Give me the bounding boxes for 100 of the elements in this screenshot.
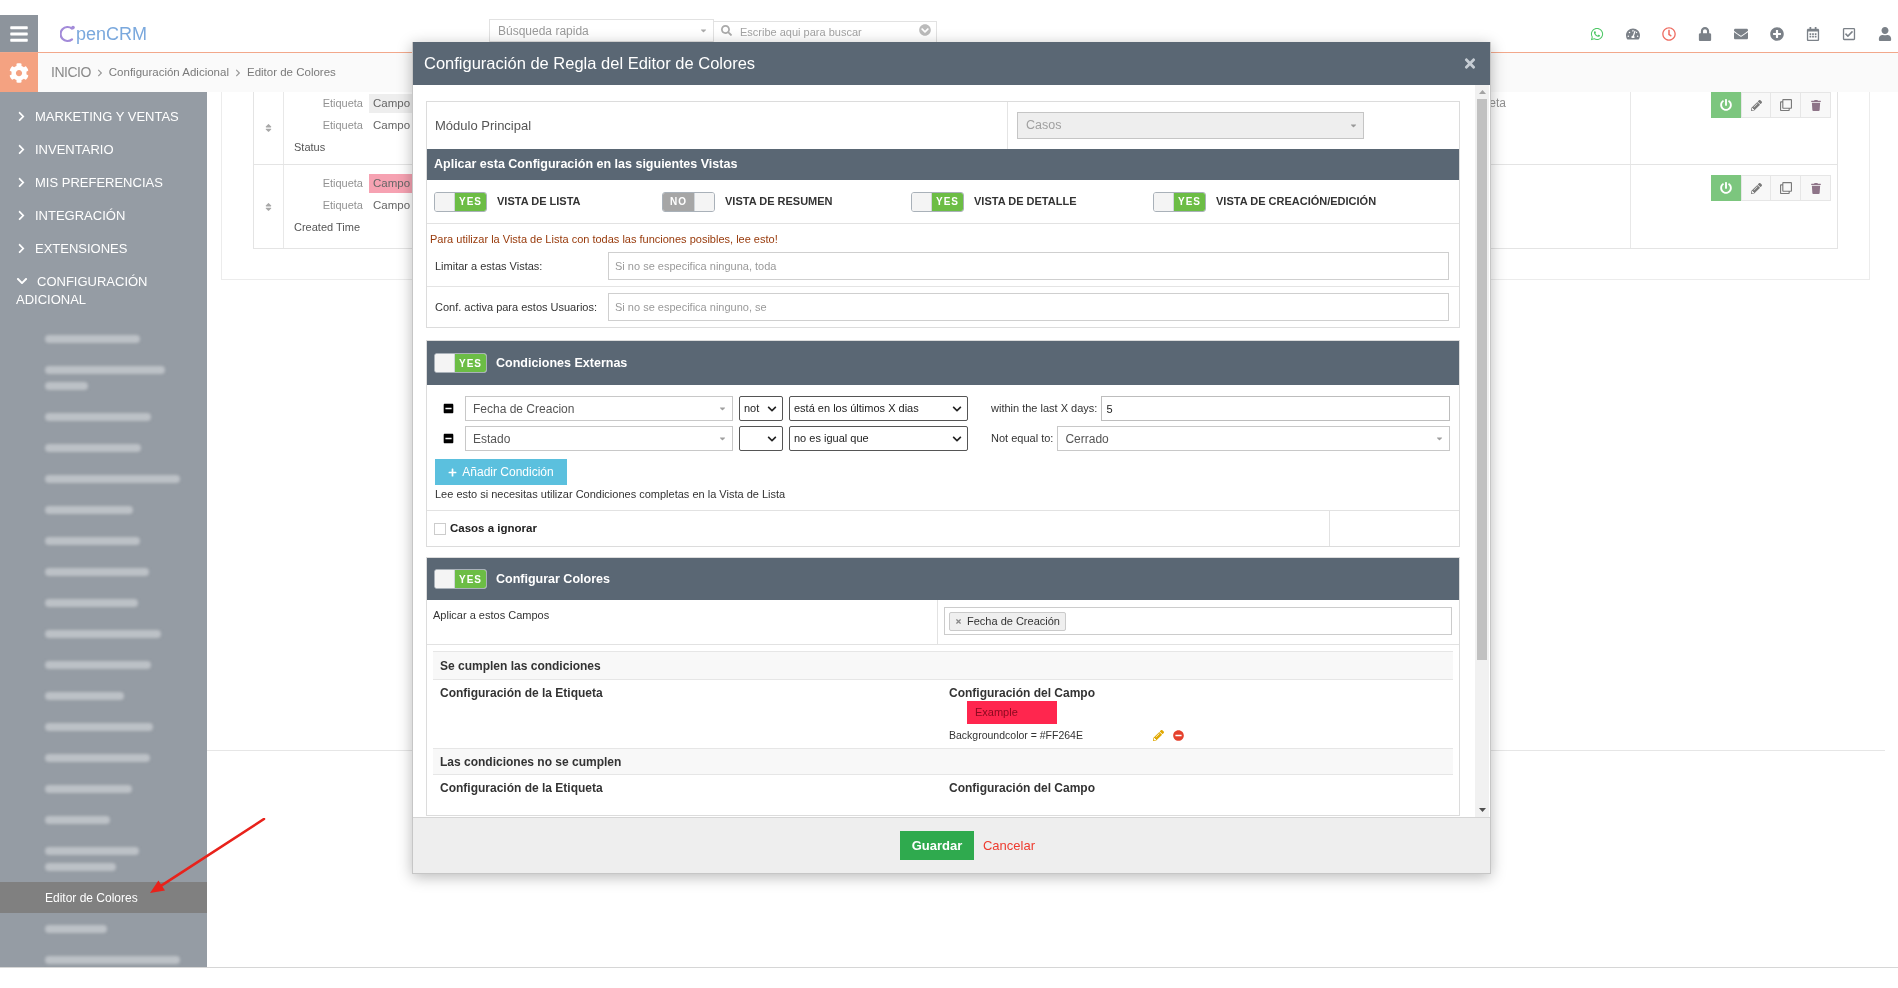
field-label: Etiqueta [321,175,363,191]
caret-icon [1436,434,1443,443]
switch-state-label: YES [455,192,486,211]
negation-select[interactable]: not [739,396,783,421]
menu-button[interactable] [0,15,38,52]
duplicate-button[interactable] [1771,92,1801,118]
chat-icon[interactable] [1590,26,1604,41]
power-button[interactable] [1711,92,1741,118]
cancel-link[interactable]: Cancelar [983,835,1035,856]
remove-icon[interactable] [955,617,962,625]
sidebar-item[interactable]: CONFIGURACIÓN ADICIONAL [0,265,207,316]
sidebar-item[interactable]: EXTENSIONES [0,232,207,265]
checkbox[interactable] [434,522,446,535]
blurred-menu-item[interactable] [45,722,153,731]
blurred-menu-item[interactable] [45,598,138,607]
toggle-switch[interactable]: YES [1153,191,1206,212]
edit-button[interactable] [1741,175,1771,201]
user-icon[interactable] [1878,26,1892,41]
blurred-menu-item[interactable] [45,753,150,762]
section-title: Aplicar esta Configuración en las siguientes Vistas [434,156,738,174]
toggle-switch[interactable]: YES [434,353,487,373]
remove-icon[interactable] [1173,730,1184,741]
toggle-switch[interactable]: NO [662,191,715,212]
info-link[interactable]: Para utilizar la Vista de Lista con todas las funciones posibles, lee esto! [430,232,778,246]
info-link[interactable]: Lee esto si necesitas utilizar Condiciones completas en la Vista de Lista [435,487,786,501]
toggle-switch[interactable]: YES [434,569,487,589]
edit-button[interactable] [1741,92,1771,118]
input-field[interactable]: 5 [1101,396,1450,421]
field-label: Etiqueta [321,197,363,213]
breadcrumb-link[interactable]: Configuración Adicional [108,63,229,82]
scroll-down-icon[interactable] [1478,808,1486,812]
add-condition-button[interactable]: Añadir Condición [435,459,567,485]
blurred-menu-item[interactable] [45,567,149,576]
delete-button[interactable] [1801,92,1831,118]
blurred-menu-item[interactable] [45,924,107,933]
operator-select[interactable]: está en los últimos X dias [789,396,968,421]
settings-button[interactable] [0,53,38,92]
save-button[interactable]: Guardar [900,831,974,860]
blurred-menu-item[interactable] [45,505,133,514]
search-icon [721,25,732,36]
add-icon[interactable] [1770,26,1784,41]
sidebar-item[interactable]: INTEGRACIÓN [0,199,207,232]
input-field[interactable]: Si no se especifica ninguna, toda [608,252,1449,280]
quick-search-select[interactable]: Búsqueda rapida [489,19,714,42]
field-label: Etiqueta [321,117,363,133]
sidebar-subitem[interactable]: Editor de Colores [0,882,207,913]
plus-icon [448,467,458,477]
blurred-menu-item[interactable] [45,660,151,669]
duplicate-button[interactable] [1771,175,1801,201]
sort-handle-icon[interactable] [265,123,272,133]
section-title: Condiciones Externas [496,354,628,372]
scroll-up-icon[interactable] [1478,90,1486,94]
sidebar-item[interactable]: MIS PREFERENCIAS [0,166,207,199]
blurred-menu-item[interactable] [45,334,140,343]
gauge-icon[interactable] [1626,26,1640,41]
fields-tag-input[interactable]: Fecha de Creación [944,607,1452,635]
task-icon[interactable] [1842,26,1856,41]
power-icon [1720,99,1732,111]
power-button[interactable] [1711,175,1741,201]
negation-select[interactable] [739,426,783,451]
toggle-switch[interactable]: YES [434,191,487,212]
value-select[interactable]: Cerrado [1057,426,1450,451]
breadcrumb-home-link[interactable]: INICIO [51,62,91,83]
sort-handle-icon[interactable] [265,201,272,212]
clock-icon[interactable] [1662,26,1676,41]
remove-condition-icon[interactable] [443,433,454,444]
blurred-menu-item[interactable] [45,784,132,793]
mail-icon[interactable] [1734,26,1748,41]
scrollbar-thumb[interactable] [1477,99,1487,660]
lock-icon[interactable] [1698,26,1712,41]
input-field[interactable]: Si no se especifica ninguno, se [608,293,1449,321]
calendar-icon[interactable] [1806,26,1820,41]
field-select[interactable]: Fecha de Creacion [465,396,733,421]
column-heading: Configuración de la Etiqueta [440,685,603,701]
logo-mark-icon [60,24,75,43]
blurred-menu-item[interactable] [45,474,180,483]
delete-button[interactable] [1801,175,1831,201]
close-icon[interactable] [1463,56,1477,71]
field-label: Aplicar a estos Campos [433,608,550,622]
blurred-menu-item[interactable] [45,536,140,545]
remove-condition-icon[interactable] [443,403,454,414]
copy-icon [1779,182,1792,194]
field-value: Campo [369,173,415,193]
pencil-icon[interactable] [1153,730,1164,741]
blurred-menu-item[interactable] [45,412,151,421]
sidebar-item[interactable]: MARKETING Y VENTAS [0,100,207,133]
blurred-menu-item[interactable] [45,691,124,700]
blurred-menu-item[interactable] [45,955,180,964]
blurred-menu-item[interactable] [45,846,139,871]
sidebar-item[interactable]: INVENTARIO [0,133,207,166]
field-select[interactable]: Estado [465,426,733,451]
chevron-down-icon[interactable] [919,24,931,36]
pencil-icon [1750,182,1762,194]
blurred-menu-item[interactable] [45,365,165,390]
operator-select[interactable]: no es igual que [789,426,968,451]
blurred-menu-item[interactable] [45,815,110,824]
blurred-menu-item[interactable] [45,629,161,638]
toggle-switch[interactable]: YES [911,191,964,212]
scrollbar-track[interactable] [1475,85,1489,817]
blurred-menu-item[interactable] [45,443,141,452]
